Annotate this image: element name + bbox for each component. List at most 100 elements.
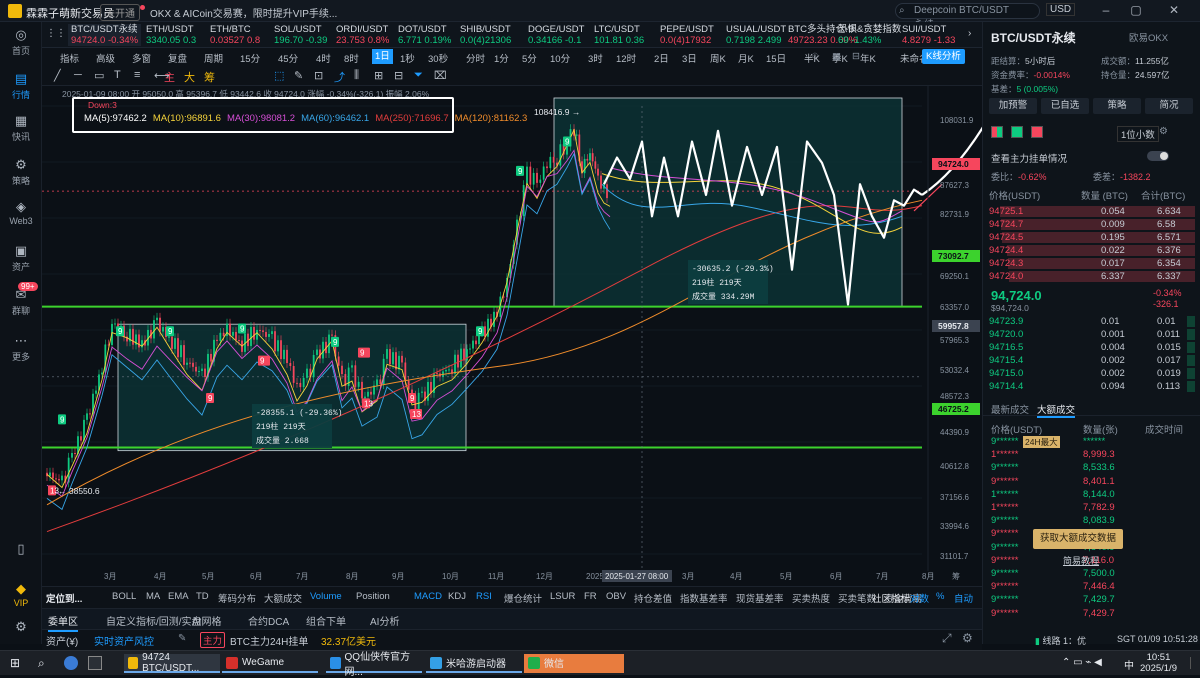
sidebar-item-群聊[interactable]: ✉ 群聊 99+ bbox=[0, 282, 42, 317]
exchange-name[interactable]: 欧易OKX bbox=[1129, 30, 1168, 44]
ticker-item[interactable]: SUI/USDT 4.8279 -1.33 bbox=[902, 24, 955, 46]
ticker-item[interactable]: BTC/USDT永续 94724.0 -0.34% bbox=[68, 24, 142, 46]
close-icon[interactable]: ✕ bbox=[1166, 3, 1182, 19]
precision-select[interactable]: 1位小数 bbox=[1117, 126, 1159, 142]
hline-tool-icon[interactable]: ─ bbox=[74, 69, 82, 81]
edit-icon[interactable]: ✎ bbox=[178, 633, 186, 644]
get-large-trades-button[interactable]: 获取大额成交数据 bbox=[1033, 529, 1123, 549]
sidebar-item-快讯[interactable]: ▦ 快讯 bbox=[0, 114, 42, 143]
ob-row[interactable]: 94714.4 0.094 0.113 bbox=[989, 381, 1195, 392]
indicator-tab[interactable]: 买卖笔数 bbox=[838, 591, 876, 605]
sidebar-item-策略[interactable]: ⚙ 策略 bbox=[0, 158, 42, 187]
indicator-tab[interactable]: LSUR bbox=[550, 591, 575, 602]
period-22[interactable]: 15日 bbox=[766, 51, 786, 65]
ob-row[interactable]: 94715.0 0.002 0.019 bbox=[989, 368, 1195, 379]
trade-tab[interactable]: 最新成交 bbox=[991, 402, 1029, 416]
indicator-tab[interactable]: 筹码分布 bbox=[218, 591, 256, 605]
ob-settings-icon[interactable]: ⚙ bbox=[1159, 126, 1168, 137]
ob-row[interactable]: 94723.9 0.01 0.01 bbox=[989, 316, 1195, 327]
ticker-item[interactable]: SOL/USDT 196.70 -0.39 bbox=[274, 24, 327, 46]
order-tab[interactable]: 自定义指标/回测/实盘 bbox=[106, 613, 202, 628]
chart-canvas[interactable]: 99 9 999991391391399108416.9 →← 38550.6-28… bbox=[42, 2, 1044, 586]
ob-row[interactable]: 94725.1 0.054 6.634 bbox=[989, 206, 1195, 217]
ticker-next-icon[interactable]: › bbox=[968, 28, 971, 39]
search-input[interactable]: Deepcoin BTC/USDT 永续 bbox=[895, 3, 1040, 31]
indicator-right-item[interactable]: 自动 bbox=[954, 591, 973, 605]
ob-row[interactable]: 94724.0 6.337 6.337 bbox=[989, 271, 1195, 282]
period-2[interactable]: 多窗 bbox=[132, 51, 151, 65]
period-6[interactable]: 45分 bbox=[278, 51, 298, 65]
sidebar-item-Web3[interactable]: ◈ Web3 bbox=[0, 200, 42, 227]
period-20[interactable]: 周K bbox=[710, 51, 726, 65]
period-17[interactable]: 12时 bbox=[616, 51, 636, 65]
sidebar-item-settings-icon[interactable]: ⚙ bbox=[0, 620, 42, 636]
indicator-tab[interactable]: MACD bbox=[414, 591, 442, 602]
ticker-grid-icon[interactable]: ⋮⋮ bbox=[46, 28, 66, 39]
ob-row[interactable]: 94716.5 0.004 0.015 bbox=[989, 342, 1195, 353]
period-18[interactable]: 2日 bbox=[654, 51, 669, 65]
chips-tool-icon[interactable]: 筹 bbox=[204, 69, 215, 85]
select-tool-icon[interactable]: ⬚ bbox=[274, 69, 284, 82]
filter-tool-icon[interactable]: ⏷ bbox=[414, 69, 423, 82]
sidebar-item-phone-icon[interactable]: ▯ bbox=[0, 542, 42, 558]
ticker-item[interactable]: ORDI/USDT 23.753 0.8% bbox=[336, 24, 389, 46]
kline-analysis-button[interactable]: K线分析 bbox=[922, 49, 965, 64]
indicator-tab[interactable]: 现货基差率 bbox=[736, 591, 784, 605]
period-16[interactable]: 3时 bbox=[588, 51, 603, 65]
indicator-tab[interactable]: TD bbox=[196, 591, 209, 602]
sidebar-item-首页[interactable]: ◎ 首页 bbox=[0, 28, 42, 57]
ob-row[interactable]: 94724.4 0.022 6.376 bbox=[989, 245, 1195, 256]
ticker-item[interactable]: ETH/USDT 3340.05 0.3 bbox=[146, 24, 196, 46]
indicator-tab[interactable]: FR bbox=[584, 591, 597, 602]
expand-icon[interactable]: ⤢ bbox=[942, 631, 952, 646]
ob-row[interactable]: 94720.0 0.001 0.011 bbox=[989, 329, 1195, 340]
indicator-right-item[interactable]: % bbox=[936, 591, 944, 602]
pattern-tool-icon[interactable]: ⊞ bbox=[374, 69, 383, 82]
line-tool-icon[interactable]: ╱ bbox=[54, 69, 61, 82]
order-tab[interactable]: AI网格 bbox=[192, 613, 221, 628]
indicator-tab[interactable]: 大额成交 bbox=[264, 591, 302, 605]
period-21[interactable]: 月K bbox=[738, 51, 754, 65]
start-icon[interactable]: ⊞ bbox=[10, 656, 24, 670]
sidebar-item-资产[interactable]: ▣ 资产 bbox=[0, 244, 42, 273]
main-orders-toggle[interactable] bbox=[1147, 151, 1169, 161]
taskbar-item[interactable]: QQ仙侠传官方网... bbox=[326, 652, 422, 678]
indicator-tab[interactable]: RSI bbox=[476, 591, 492, 602]
period-14[interactable]: 5分 bbox=[522, 51, 537, 65]
period-15[interactable]: 10分 bbox=[550, 51, 570, 65]
period-19[interactable]: 3日 bbox=[682, 51, 697, 65]
ticker-item[interactable]: DOT/USDT 6.771 0.19% bbox=[398, 24, 451, 46]
fib-tool-icon[interactable]: ≡ bbox=[134, 69, 140, 81]
indicator-tab[interactable]: OBV bbox=[606, 591, 626, 602]
ticker-item[interactable]: ETH/BTC 0.03527 0.8 bbox=[210, 24, 260, 46]
indicator-tab[interactable]: Position bbox=[356, 591, 390, 602]
ticker-item[interactable]: SHIB/USDT 0.0(4)21306 bbox=[460, 24, 511, 46]
period-4[interactable]: 周期 bbox=[204, 51, 223, 65]
minimize-icon[interactable]: – bbox=[1098, 3, 1114, 19]
period-12[interactable]: 分时 bbox=[466, 51, 485, 65]
sidebar-item-行情[interactable]: ▤ 行情 bbox=[0, 72, 42, 101]
period-1[interactable]: 高级 bbox=[96, 51, 115, 65]
taskbar-item[interactable]: 94724 BTC/USDT... bbox=[124, 652, 220, 674]
period-5[interactable]: 15分 bbox=[240, 51, 260, 65]
action-button[interactable]: 加预警 bbox=[989, 98, 1037, 114]
currency-select[interactable]: USD bbox=[1046, 3, 1076, 16]
search-icon[interactable]: ⌕ bbox=[38, 656, 45, 671]
action-button[interactable]: 已自选 bbox=[1041, 98, 1089, 114]
ob-row[interactable]: 94724.3 0.017 6.354 bbox=[989, 258, 1195, 269]
ob-bids-icon[interactable] bbox=[1011, 126, 1023, 138]
taskbar-item[interactable]: 微信 bbox=[524, 654, 624, 673]
period-0[interactable]: 指标 bbox=[60, 51, 79, 65]
kline-chart[interactable]: 9 9 9 9 9 9 9 9 13 9 13 9 13 9 9 108416.9 → ← 38550.6 -28… bbox=[42, 2, 1044, 586]
order-tab[interactable]: 合约DCA bbox=[248, 613, 289, 628]
grid-icon[interactable]: ▦ bbox=[832, 51, 841, 62]
action-button[interactable]: 简况 bbox=[1145, 98, 1193, 114]
ruler-tool-icon[interactable]: ⊡ bbox=[314, 69, 323, 82]
action-button[interactable]: 策略 bbox=[1093, 98, 1141, 114]
browser-icon[interactable] bbox=[64, 656, 78, 670]
indicator-right-item[interactable]: 社区指标 bbox=[872, 591, 910, 605]
show-desktop[interactable] bbox=[1190, 657, 1194, 669]
ob-row[interactable]: 94724.5 0.195 6.571 bbox=[989, 232, 1195, 243]
main-orders-link[interactable]: 查看主力挂单情况 bbox=[991, 151, 1067, 165]
settings-icon[interactable]: ⚙ bbox=[962, 631, 973, 645]
